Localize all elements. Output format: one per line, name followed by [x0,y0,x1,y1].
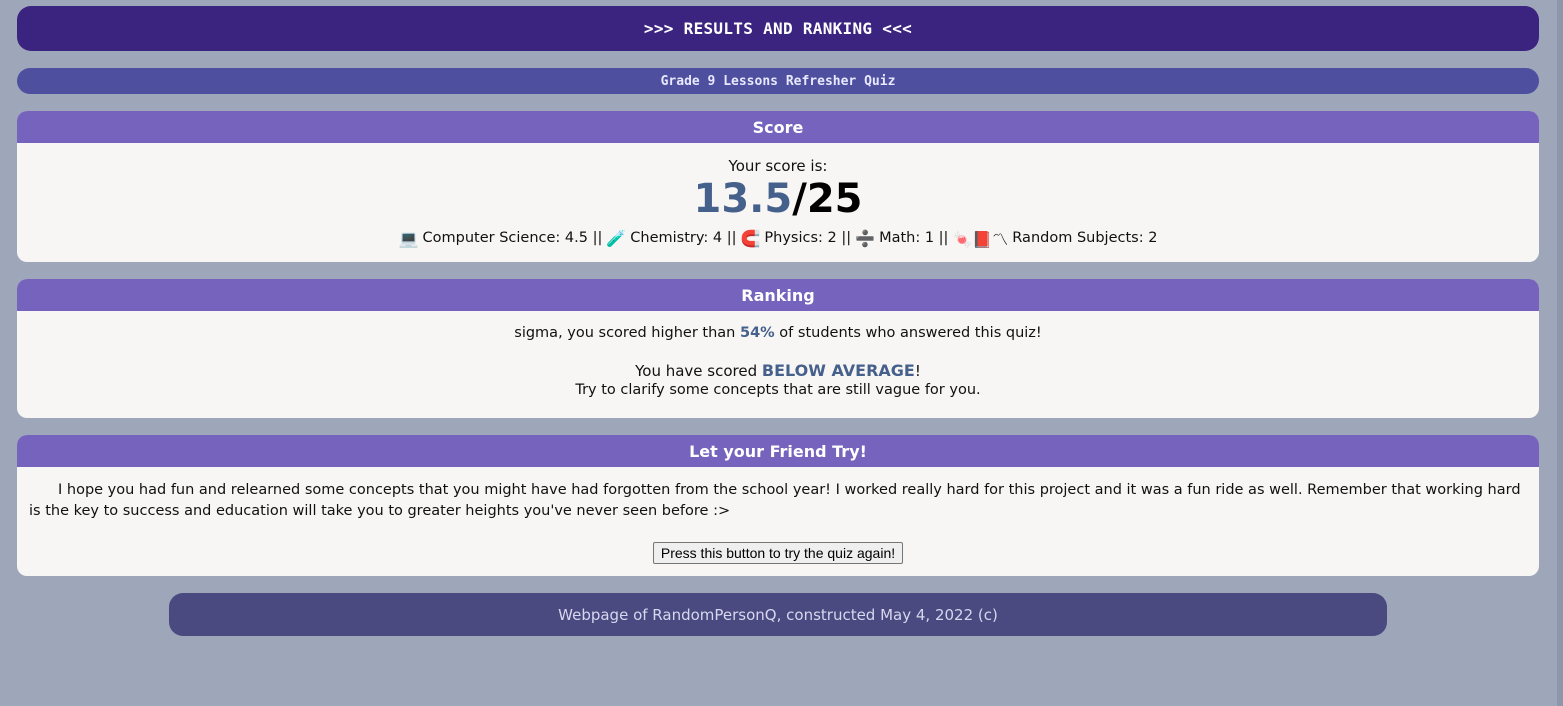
score-value: 13.5/25 [17,176,1539,222]
footer: Webpage of RandomPersonQ, constructed Ma… [169,593,1387,636]
page-title: >>> RESULTS AND RANKING <<< [17,6,1539,51]
subject-random: Random Subjects: 2 [1012,230,1158,246]
ranking-level: You have scored BELOW AVERAGE! [635,361,921,380]
subject-computer-science: Computer Science: 4.5 || [422,230,603,246]
subject-chemistry: Chemistry: 4 || [630,230,737,246]
retry-quiz-button[interactable]: Press this button to try the quiz again! [652,542,904,564]
level-value: BELOW AVERAGE [761,361,915,380]
laptop-icon: 💻 [398,228,419,248]
friend-heading: Let your Friend Try! [17,435,1539,467]
ranking-percentile: sigma, you scored higher than 54% of stu… [514,325,1042,341]
score-card: Score Your score is: 13.5/25 💻 Computer … [17,111,1539,262]
score-number: 13.5 [693,176,793,222]
score-heading: Score [17,111,1539,143]
test-tube-icon: 🧪 [606,228,627,248]
percentile-value: 54% [739,325,775,341]
ranking-heading: Ranking [17,279,1539,311]
score-total: /25 [792,176,863,222]
friend-card: Let your Friend Try! I hope you had fun … [17,435,1539,576]
ranking-card: Ranking sigma, you scored higher than 54… [17,279,1539,418]
subject-breakdown: 💻 Computer Science: 4.5 || 🧪 Chemistry: … [17,226,1539,250]
quiz-name-banner: Grade 9 Lessons Refresher Quiz [17,68,1539,94]
page: >>> RESULTS AND RANKING <<< Grade 9 Less… [0,0,1563,706]
divide-icon: ➗ [855,228,876,248]
random-subjects-icon: 🍬📕〽 [952,230,1009,249]
closing-message: I hope you had fun and relearned some co… [29,482,1521,519]
score-intro: Your score is: [728,157,828,175]
scrollbar[interactable] [1557,0,1563,706]
subject-math: Math: 1 || [879,230,949,246]
magnet-icon: 🧲 [740,228,761,248]
subject-physics: Physics: 2 || [764,230,852,246]
ranking-advice: Try to clarify some concepts that are st… [575,382,981,398]
